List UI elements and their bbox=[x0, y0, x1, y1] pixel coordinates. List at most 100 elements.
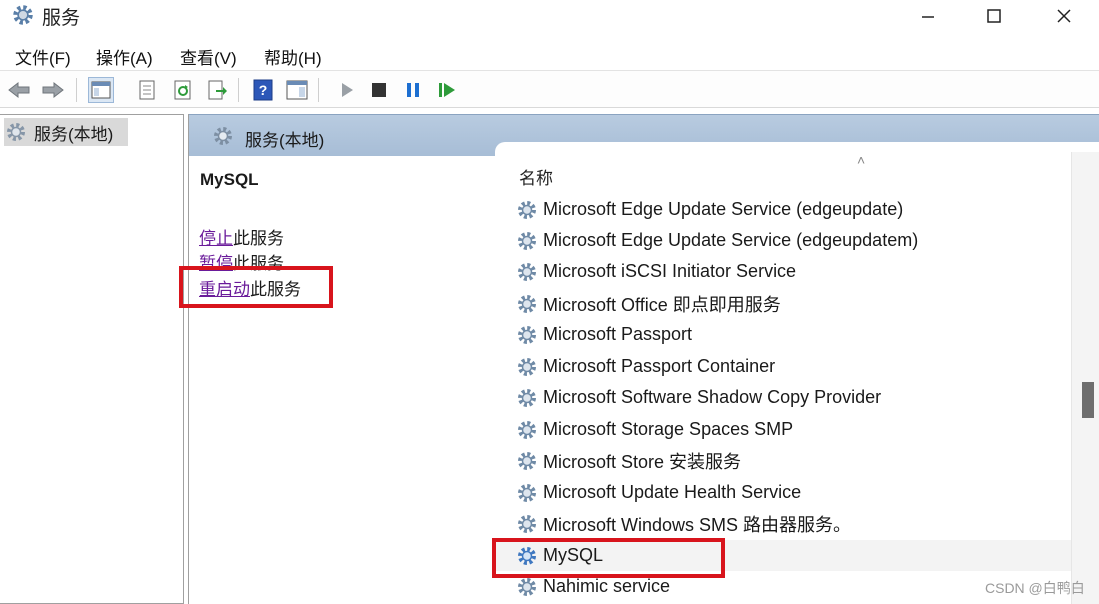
list-item[interactable]: Microsoft Passport bbox=[495, 319, 1075, 350]
pause-service-link[interactable]: 暂停 bbox=[199, 254, 233, 273]
sort-indicator-icon: ˄ bbox=[857, 152, 866, 168]
list-item-selected[interactable]: MySQL bbox=[495, 540, 1075, 571]
list-item[interactable]: Microsoft Software Shadow Copy Provider bbox=[495, 382, 1075, 413]
pause-service-button[interactable] bbox=[400, 77, 426, 103]
column-header-name[interactable]: 名称 bbox=[519, 164, 553, 189]
back-icon bbox=[8, 81, 30, 99]
pause-icon bbox=[407, 83, 419, 97]
close-button[interactable] bbox=[1036, 0, 1092, 32]
stop-service-button[interactable] bbox=[366, 77, 392, 103]
service-gear-icon bbox=[518, 231, 536, 250]
help-icon: ? bbox=[253, 79, 273, 101]
service-description-panel: MySQL 停止此服务 暂停此服务 重启动此服务 bbox=[189, 156, 494, 604]
minimize-button[interactable] bbox=[900, 0, 956, 32]
service-name: MySQL bbox=[543, 545, 604, 565]
close-icon bbox=[1057, 9, 1071, 23]
window-title: 服务 bbox=[42, 8, 81, 29]
help-button[interactable]: ? bbox=[250, 77, 276, 103]
pane-header-title: 服务(本地) bbox=[245, 131, 325, 150]
tree-item-services-local[interactable]: 服务(本地) bbox=[4, 118, 128, 146]
tree-item-label: 服务(本地) bbox=[34, 124, 114, 144]
menu-bar: 文件(F) 操作(A) 查看(V) 帮助(H) bbox=[0, 38, 1099, 68]
menu-view[interactable]: 查看(V) bbox=[180, 40, 237, 73]
service-name: Microsoft Storage Spaces SMP bbox=[543, 419, 794, 439]
list-item[interactable]: Microsoft Store 安装服务 bbox=[495, 445, 1075, 476]
service-gear-icon bbox=[518, 577, 536, 596]
service-name: Microsoft Edge Update Service (edgeupdat… bbox=[543, 230, 919, 250]
service-name: Microsoft Software Shadow Copy Provider bbox=[543, 387, 882, 407]
service-gear-icon bbox=[518, 483, 536, 502]
restart-service-link[interactable]: 重启动 bbox=[199, 280, 250, 299]
services-pane: 服务(本地) MySQL 停止此服务 暂停此服务 重启动此服务 ˄ 名称 Mic… bbox=[188, 114, 1099, 604]
service-gear-icon bbox=[518, 388, 536, 407]
list-item[interactable]: Microsoft Passport Container bbox=[495, 351, 1075, 382]
maximize-icon bbox=[987, 9, 1001, 23]
refresh-button[interactable] bbox=[170, 77, 196, 103]
list-item[interactable]: Microsoft iSCSI Initiator Service bbox=[495, 256, 1075, 287]
forward-button[interactable] bbox=[40, 77, 66, 103]
list-item[interactable]: Microsoft Windows SMS 路由器服务。 bbox=[495, 508, 1075, 539]
gear-icon bbox=[7, 123, 25, 141]
action-suffix: 此服务 bbox=[250, 280, 301, 299]
service-gear-icon bbox=[518, 451, 536, 470]
list-item[interactable]: Microsoft Storage Spaces SMP bbox=[495, 414, 1075, 445]
show-console-tree-button[interactable] bbox=[88, 77, 114, 103]
title-bar: 服务 bbox=[0, 0, 1099, 34]
play-icon bbox=[342, 83, 353, 97]
services-gear-icon bbox=[13, 5, 33, 25]
back-button[interactable] bbox=[6, 77, 32, 103]
show-action-pane-button[interactable] bbox=[284, 77, 310, 103]
stop-service-link[interactable]: 停止 bbox=[199, 229, 233, 248]
stop-icon bbox=[372, 83, 386, 97]
restart-service-action: 重启动此服务 bbox=[199, 275, 301, 300]
selected-service-name: MySQL bbox=[200, 170, 259, 189]
start-service-button[interactable] bbox=[334, 77, 360, 103]
forward-icon bbox=[42, 81, 64, 99]
console-tree: 服务(本地) bbox=[0, 114, 184, 604]
export-list-button[interactable] bbox=[204, 77, 230, 103]
properties-icon bbox=[139, 80, 155, 100]
svg-text:?: ? bbox=[259, 82, 268, 98]
service-gear-icon bbox=[518, 357, 536, 376]
pause-service-action: 暂停此服务 bbox=[199, 249, 284, 274]
stop-service-action: 停止此服务 bbox=[199, 224, 284, 249]
menu-file[interactable]: 文件(F) bbox=[15, 40, 71, 73]
service-gear-icon bbox=[518, 325, 536, 344]
services-list: ˄ 名称 Microsoft Edge Update Service (edge… bbox=[495, 142, 1099, 604]
service-name: Microsoft Passport Container bbox=[543, 356, 776, 376]
service-name: Microsoft Store 安装服务 bbox=[543, 451, 742, 472]
service-name: Microsoft Update Health Service bbox=[543, 482, 802, 502]
service-name: Microsoft Edge Update Service (edgeupdat… bbox=[543, 199, 904, 219]
service-gear-icon bbox=[518, 546, 536, 565]
restart-service-button[interactable] bbox=[434, 77, 460, 103]
service-gear-icon bbox=[518, 420, 536, 439]
menu-help[interactable]: 帮助(H) bbox=[264, 40, 322, 73]
service-name: Microsoft Passport bbox=[543, 324, 693, 344]
refresh-icon bbox=[174, 80, 191, 100]
service-name: Microsoft iSCSI Initiator Service bbox=[543, 261, 797, 281]
service-name: Microsoft Windows SMS 路由器服务。 bbox=[543, 514, 852, 535]
list-item[interactable]: Microsoft Edge Update Service (edgeupdat… bbox=[495, 225, 1075, 256]
show-action-pane-icon bbox=[286, 80, 308, 100]
vertical-scrollbar[interactable] bbox=[1071, 152, 1099, 604]
properties-button[interactable] bbox=[134, 77, 160, 103]
service-name: Microsoft Office 即点即用服务 bbox=[543, 294, 781, 315]
list-item[interactable]: Microsoft Edge Update Service (edgeupdat… bbox=[495, 194, 1075, 225]
service-gear-icon bbox=[518, 294, 536, 313]
watermark: CSDN @白鸭白 bbox=[985, 580, 1085, 596]
service-name: Nahimic service bbox=[543, 576, 671, 596]
list-item[interactable]: Microsoft Office 即点即用服务 bbox=[495, 288, 1075, 319]
restart-icon bbox=[439, 83, 455, 97]
gear-icon bbox=[214, 127, 232, 145]
action-suffix: 此服务 bbox=[233, 229, 284, 248]
menu-action[interactable]: 操作(A) bbox=[96, 40, 153, 73]
scrollbar-thumb[interactable] bbox=[1082, 382, 1094, 418]
service-gear-icon bbox=[518, 514, 536, 533]
service-gear-icon bbox=[518, 200, 536, 219]
show-console-tree-icon bbox=[91, 81, 111, 99]
export-list-icon bbox=[208, 80, 227, 100]
list-item[interactable]: Microsoft Update Health Service bbox=[495, 477, 1075, 508]
toolbar: ? bbox=[0, 70, 1099, 108]
maximize-button[interactable] bbox=[966, 0, 1022, 32]
service-gear-icon bbox=[518, 262, 536, 281]
